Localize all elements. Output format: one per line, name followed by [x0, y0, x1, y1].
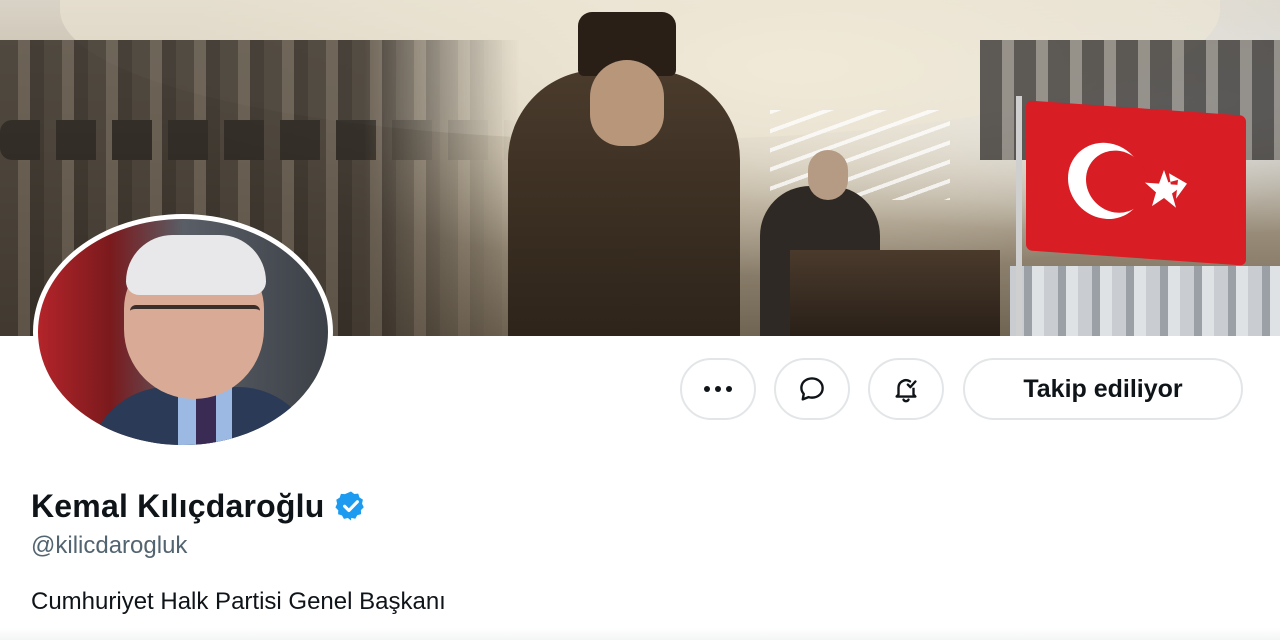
notifications-button[interactable]: [868, 358, 944, 420]
avatar-hair: [126, 235, 266, 295]
verified-badge-icon[interactable]: [334, 489, 368, 523]
following-button[interactable]: Takip ediliyor: [963, 358, 1243, 420]
banner-podium: [790, 250, 1000, 336]
message-button[interactable]: [774, 358, 850, 420]
avatar-glasses: [130, 305, 260, 335]
bell-check-icon: [895, 379, 917, 403]
message-icon: [800, 377, 824, 401]
profile-bio: Cumhuriyet Halk Partisi Genel Başkanı: [31, 588, 446, 615]
more-options-button[interactable]: [680, 358, 756, 420]
profile-display-name: Kemal Kılıçdaroğlu: [31, 487, 325, 524]
crescent-star-icon: [1068, 142, 1187, 219]
banner-turkish-flag: [1026, 100, 1246, 266]
banner-crowd-hats: [0, 120, 520, 160]
bottom-fade: [0, 628, 1280, 640]
banner-main-figure-head: [590, 60, 664, 146]
banner-cityscape: [1010, 266, 1280, 336]
banner-flag-pole: [1016, 96, 1022, 336]
profile-actions: Takip ediliyor: [0, 358, 1280, 420]
more-horizontal-icon: [704, 386, 732, 392]
banner-speaker-head: [808, 150, 848, 200]
profile-name-row: Kemal Kılıçdaroğlu: [31, 484, 368, 528]
profile-handle: @kilicdarogluk: [31, 532, 188, 559]
